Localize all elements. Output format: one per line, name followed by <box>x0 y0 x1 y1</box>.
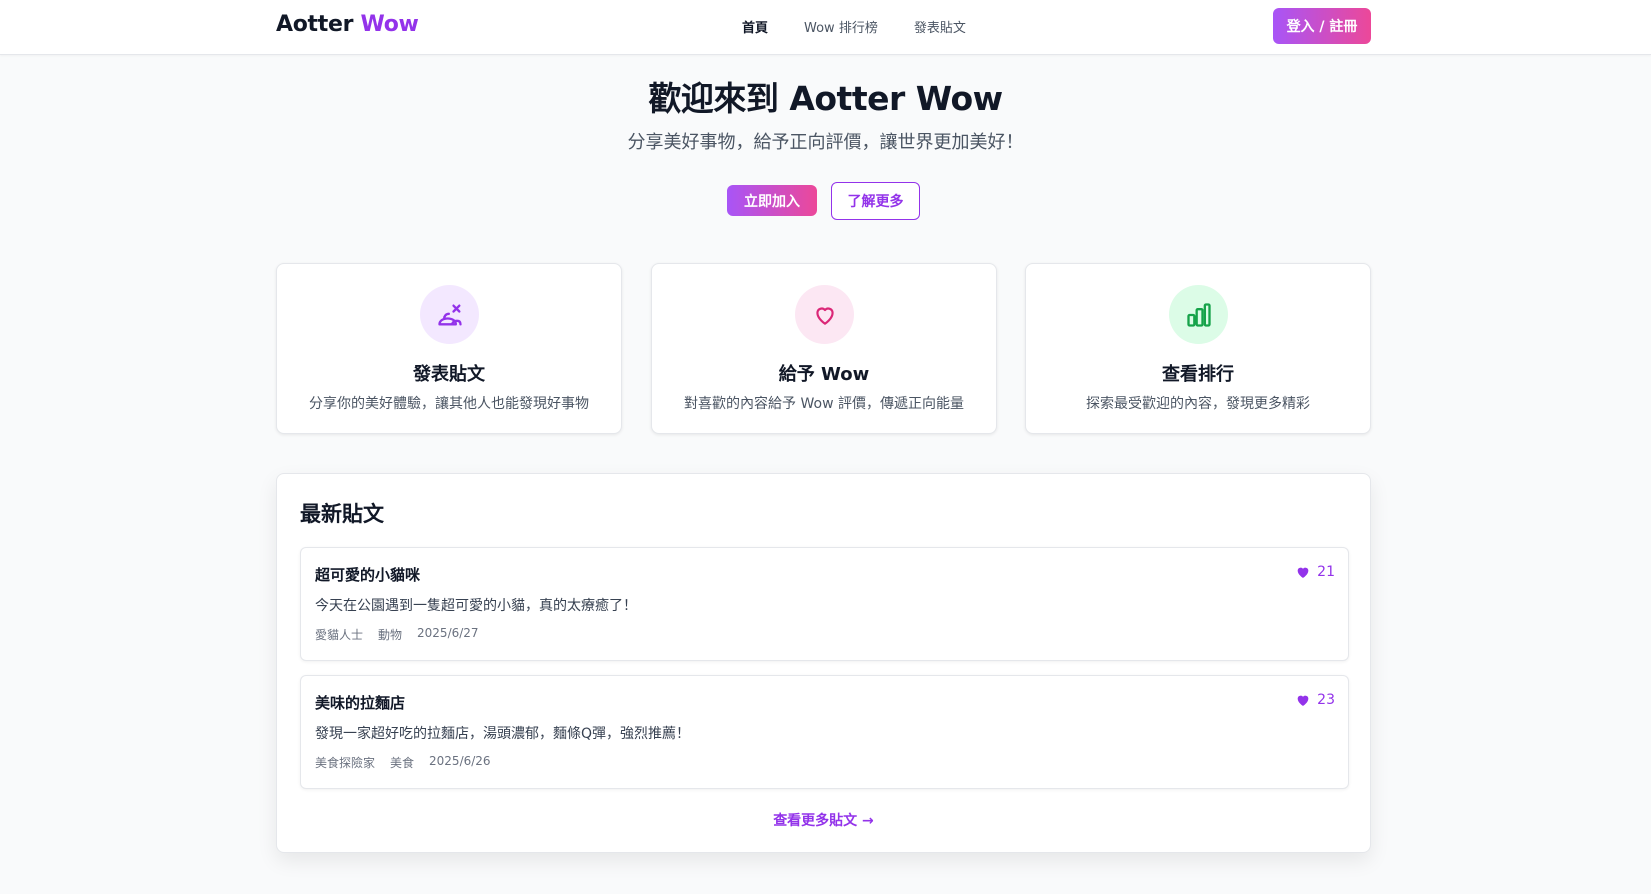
top-navbar: Aotter Wow 首頁 Wow 排行榜 發表貼文 登入 / 註冊 <box>0 0 1651 55</box>
post-author: 美食探險家 <box>315 756 376 770</box>
post-meta: 美食探險家 美食 2025/6/26 <box>315 754 491 771</box>
ranking-icon <box>1186 302 1211 327</box>
feature-description: 分享你的美好體驗，讓其他人也能發現好事物 <box>309 396 589 412</box>
post-date: 2025/6/26 <box>429 754 491 768</box>
post-category: 動物 <box>378 628 403 642</box>
main-nav: 首頁 Wow 排行榜 發表貼文 <box>742 17 966 36</box>
feature-title: 給予 Wow <box>778 364 870 385</box>
login-register-button[interactable]: 登入 / 註冊 <box>1273 8 1371 44</box>
latest-posts-title: 最新貼文 <box>300 502 384 526</box>
post-content: 今天在公園遇到一隻超可愛的小貓，真的太療癒了！ <box>315 598 637 614</box>
post-content: 發現一家超好吃的拉麵店，湯頭濃郁，麵條Q彈，強烈推薦！ <box>315 726 691 742</box>
feature-description: 對喜歡的內容給予 Wow 評價，傳遞正向能量 <box>684 396 964 412</box>
logo-accent-text: Wow <box>360 12 419 37</box>
post-title: 美味的拉麵店 <box>315 694 406 712</box>
nav-home[interactable]: 首頁 <box>742 17 768 36</box>
post-category: 美食 <box>390 756 415 770</box>
wow-count-value: 23 <box>1317 692 1335 708</box>
join-now-button[interactable]: 立即加入 <box>727 185 817 216</box>
post-meta: 愛貓人士 動物 2025/6/27 <box>315 626 479 643</box>
feature-icon-circle <box>420 285 479 344</box>
feature-description: 探索最受歡迎的內容，發現更多精彩 <box>1086 396 1310 412</box>
heart-filled-icon <box>1297 567 1309 578</box>
nav-create-post[interactable]: 發表貼文 <box>914 17 966 36</box>
post-card[interactable]: 美味的拉麵店 發現一家超好吃的拉麵店，湯頭濃郁，麵條Q彈，強烈推薦！ 美食探險家… <box>300 675 1349 789</box>
latest-posts-panel: 最新貼文 超可愛的小貓咪 今天在公園遇到一隻超可愛的小貓，真的太療癒了！ 愛貓人… <box>276 473 1371 853</box>
feature-title: 發表貼文 <box>413 364 485 385</box>
post-author: 愛貓人士 <box>315 628 364 642</box>
post-wow-count[interactable]: 23 <box>1295 692 1335 708</box>
feature-icon-circle <box>1169 285 1228 344</box>
logo[interactable]: Aotter Wow <box>276 12 419 37</box>
post-title: 超可愛的小貓咪 <box>315 566 421 584</box>
nav-wow-ranking[interactable]: Wow 排行榜 <box>804 17 878 36</box>
post-icon <box>437 304 462 325</box>
heart-icon <box>815 307 834 325</box>
feature-card-wow: 給予 Wow 對喜歡的內容給予 Wow 評價，傳遞正向能量 <box>651 263 997 434</box>
see-more-posts-link[interactable]: 查看更多貼文 → <box>277 810 1370 830</box>
hero-subtitle: 分享美好事物，給予正向評價，讓世界更加美好！ <box>627 132 1024 153</box>
hero-title: 歡迎來到 Aotter Wow <box>648 79 1003 118</box>
heart-filled-icon <box>1297 695 1309 706</box>
wow-count-value: 21 <box>1317 564 1335 580</box>
feature-icon-circle <box>795 285 854 344</box>
post-card[interactable]: 超可愛的小貓咪 今天在公園遇到一隻超可愛的小貓，真的太療癒了！ 愛貓人士 動物 … <box>300 547 1349 661</box>
feature-card-post: 發表貼文 分享你的美好體驗，讓其他人也能發現好事物 <box>276 263 622 434</box>
learn-more-button[interactable]: 了解更多 <box>831 182 920 220</box>
post-wow-count[interactable]: 21 <box>1295 564 1335 580</box>
logo-text: Aotter <box>276 12 354 37</box>
feature-title: 查看排行 <box>1162 364 1234 385</box>
feature-card-ranking: 查看排行 探索最受歡迎的內容，發現更多精彩 <box>1025 263 1371 434</box>
post-date: 2025/6/27 <box>417 626 479 640</box>
